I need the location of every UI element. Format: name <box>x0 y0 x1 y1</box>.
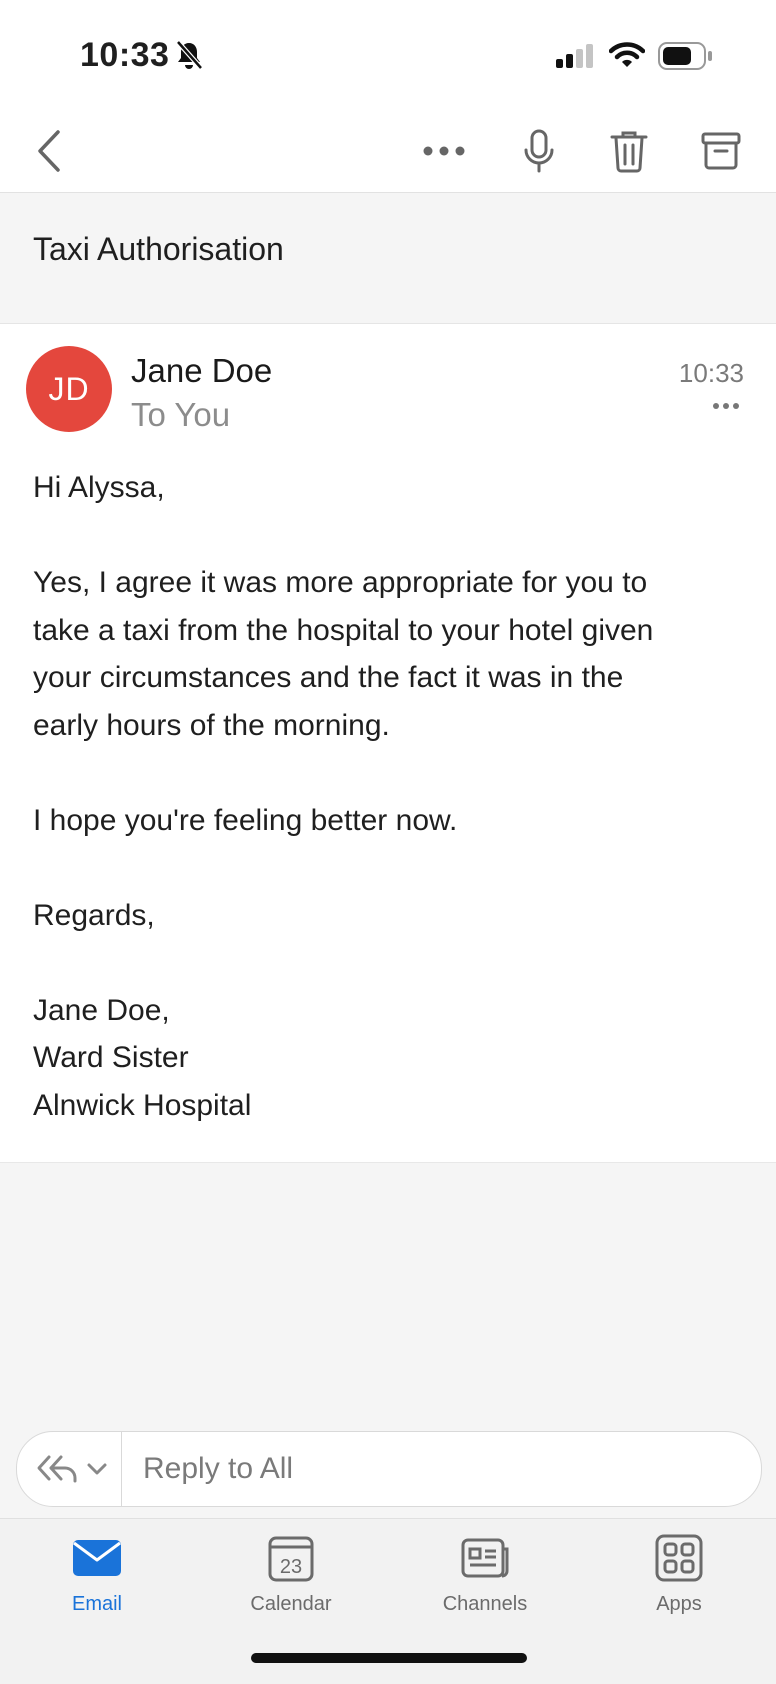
reply-bar[interactable]: Reply to All <box>16 1431 762 1507</box>
message-time: 10:33 <box>678 358 744 388</box>
body-line: I hope you're feeling better now. <box>33 803 458 837</box>
calendar-day: 23 <box>280 1556 302 1578</box>
back-icon[interactable] <box>24 126 74 176</box>
channels-icon <box>461 1538 509 1578</box>
recipient-label[interactable]: To You <box>131 396 230 434</box>
sender-avatar[interactable]: JD <box>26 346 112 432</box>
tab-apps[interactable]: Apps <box>609 1533 749 1633</box>
archive-icon[interactable] <box>696 126 746 176</box>
tab-channels[interactable]: Channels <box>415 1533 555 1633</box>
signature-title: Ward Sister <box>33 1041 189 1074</box>
body-line: Yes, I agree it was more appropriate for… <box>33 566 648 599</box>
body-line: take a taxi from the hospital to your ho… <box>33 613 654 647</box>
tab-email-label: Email <box>71 1593 122 1615</box>
status-bar: 10:33 <box>0 0 776 110</box>
status-time: 10:33 <box>80 36 170 74</box>
signature-organization: Alnwick Hospital <box>33 1088 252 1122</box>
microphone-icon[interactable] <box>514 126 564 176</box>
cellular-signal-icon <box>556 44 596 73</box>
email-subject: Taxi Authorisation <box>33 231 284 267</box>
subject-bar: Taxi Authorisation <box>0 193 776 324</box>
calendar-icon: 23 <box>268 1536 314 1582</box>
tab-channels-label: Channels <box>442 1593 528 1615</box>
reply-all-icon[interactable] <box>35 1446 135 1492</box>
sender-name[interactable]: Jane Doe <box>131 352 272 390</box>
tab-calendar-label: Calendar <box>250 1593 332 1615</box>
tab-apps-label: Apps <box>656 1593 702 1615</box>
signature-name: Jane Doe, <box>33 993 170 1027</box>
trash-icon[interactable] <box>604 126 654 176</box>
battery-icon <box>658 42 714 75</box>
reply-divider <box>121 1432 122 1506</box>
home-indicator[interactable] <box>251 1653 527 1663</box>
mail-icon <box>73 1540 121 1576</box>
more-options-icon[interactable] <box>419 126 469 176</box>
tab-calendar[interactable]: 23 Calendar <box>221 1533 361 1633</box>
wifi-icon <box>608 42 646 73</box>
message-more-icon[interactable] <box>706 396 746 416</box>
greeting: Hi Alyssa, <box>33 471 165 504</box>
body-line: your circumstances and the fact it was i… <box>33 661 624 694</box>
bell-muted-icon <box>175 40 203 75</box>
body-line: early hours of the morning. <box>33 708 390 742</box>
email-message: JD Jane Doe To You 10:33 Hi Alyssa, Yes,… <box>0 324 776 1163</box>
closing: Regards, <box>33 898 155 932</box>
apps-grid-icon <box>655 1534 703 1582</box>
email-body: Hi Alyssa, Yes, I agree it was more appr… <box>33 464 753 1129</box>
reply-input[interactable]: Reply to All <box>143 1452 293 1486</box>
tab-email[interactable]: Email <box>27 1533 167 1633</box>
message-toolbar <box>0 110 776 193</box>
